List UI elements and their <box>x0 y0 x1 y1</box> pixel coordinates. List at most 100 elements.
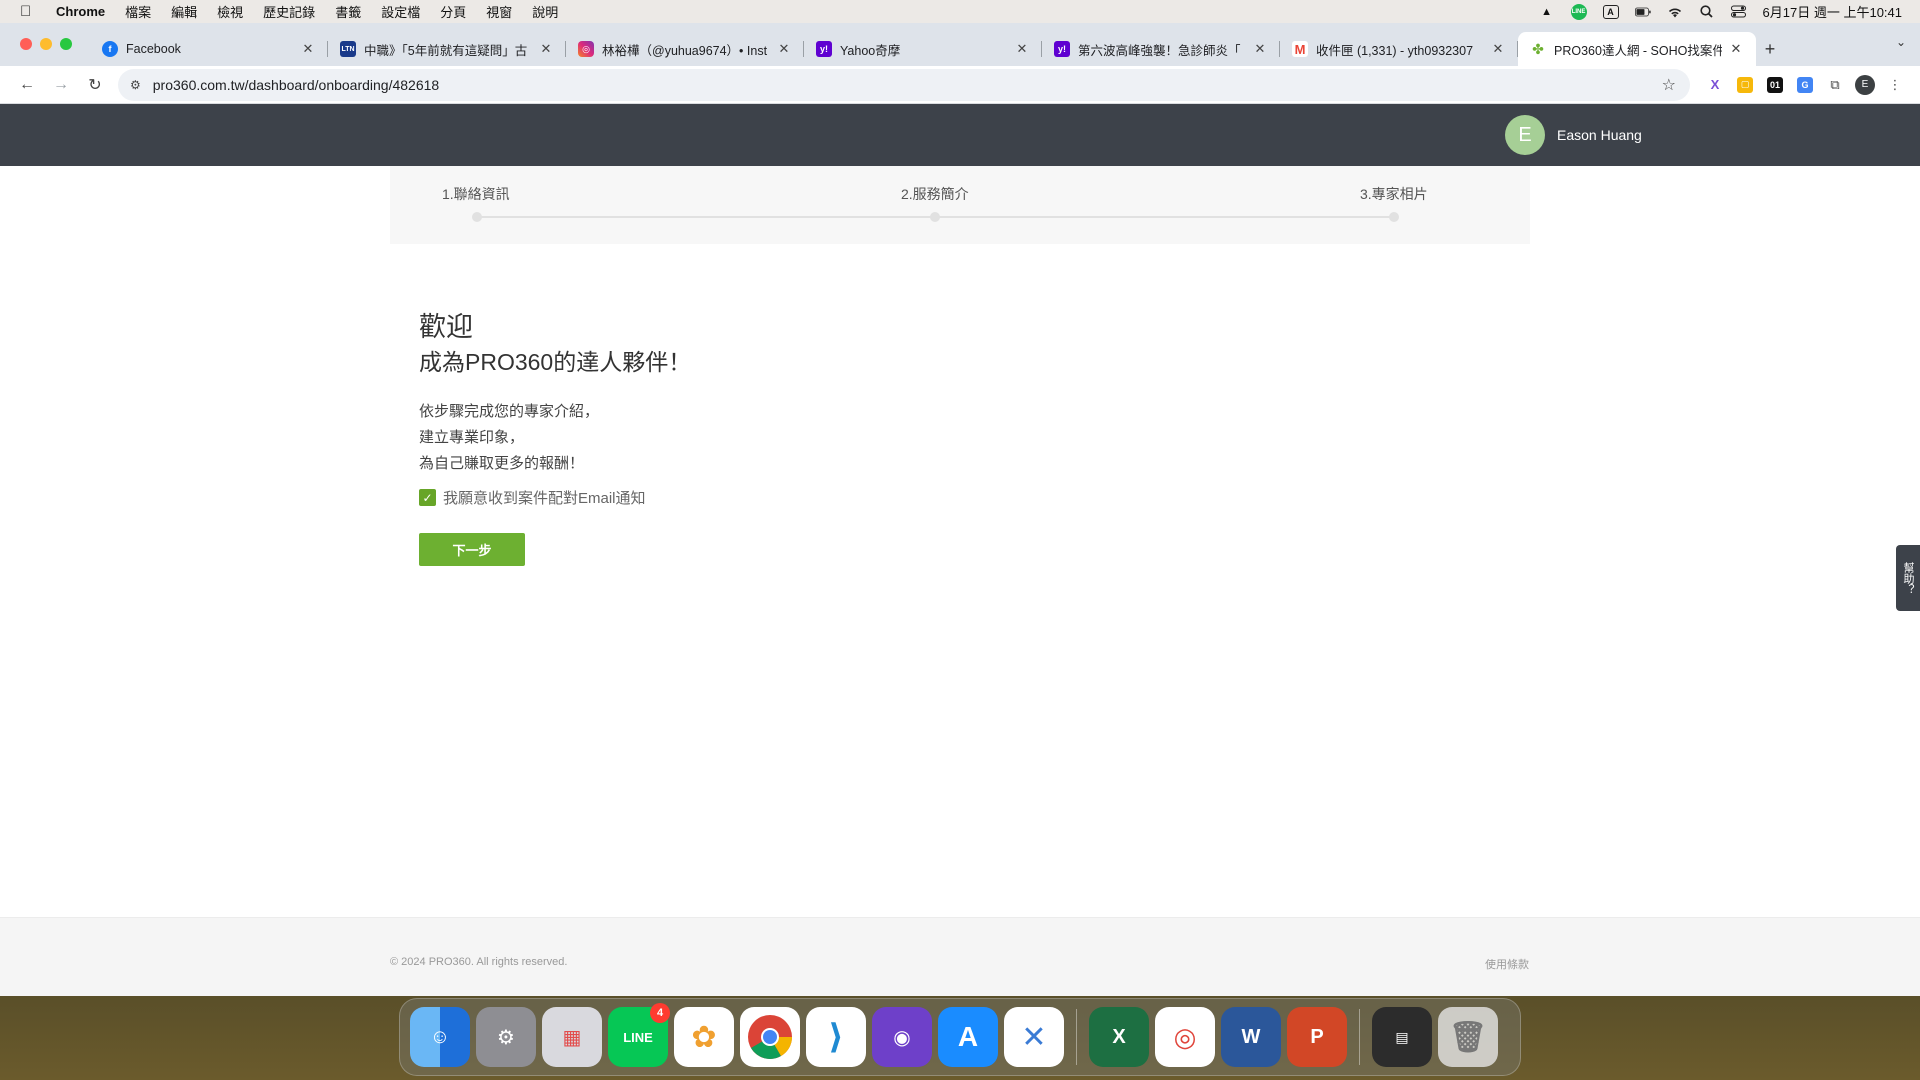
close-tab-icon[interactable]: ✕ <box>1490 41 1506 57</box>
tab-yahoo[interactable]: y! Yahoo奇摩 ✕ <box>804 32 1042 66</box>
finder-icon[interactable]: ☺ <box>410 1007 470 1067</box>
menubar-clock[interactable]: 6月17日 週一 上午10:41 <box>1763 2 1902 21</box>
new-tab-button[interactable]: + <box>1756 32 1784 66</box>
fullscreen-window-button[interactable] <box>60 38 72 50</box>
web-page: E Eason Huang 1.聯絡資訊 2.服務簡介 3.專家相片 歡迎 成為… <box>0 104 1920 996</box>
email-notification-label[interactable]: 我願意收到案件配對Email通知 <box>443 487 646 508</box>
facebook-icon: f <box>102 41 118 57</box>
spotlight-search-icon[interactable] <box>1699 5 1715 19</box>
menubar-item-history[interactable]: 歷史記錄 <box>263 2 315 21</box>
tab-pro360[interactable]: ✤ PRO360達人網 - SOHO找案件 ✕ <box>1518 32 1756 66</box>
step-dot <box>1389 212 1399 222</box>
downloads-stack-icon[interactable]: ▤ <box>1372 1007 1432 1067</box>
menubar-item-window[interactable]: 視窗 <box>486 2 512 21</box>
url-text[interactable]: pro360.com.tw/dashboard/onboarding/48261… <box>153 77 439 93</box>
close-tab-icon[interactable]: ✕ <box>538 41 554 57</box>
excel-icon[interactable]: X <box>1089 1007 1149 1067</box>
menubar-item-help[interactable]: 說明 <box>532 2 558 21</box>
reload-button[interactable]: ↻ <box>78 70 112 100</box>
bookmark-star-icon[interactable]: ☆ <box>1662 75 1676 95</box>
back-button[interactable]: ← <box>10 70 44 100</box>
step-contact-info: 1.聯絡資訊 <box>442 186 510 202</box>
welcome-subheading: 成為PRO360的達人夥伴！ <box>419 349 692 375</box>
menubar-item-edit[interactable]: 編輯 <box>171 2 197 21</box>
tab-title: Yahoo奇摩 <box>840 43 901 58</box>
desc-line: 為自己賺取更多的報酬！ <box>419 455 585 472</box>
welcome-panel: 歡迎 成為PRO360的達人夥伴！ 依步驟完成您的專家介紹， 建立專業印象， 為… <box>419 309 691 566</box>
instagram-icon: ◎ <box>578 41 594 57</box>
powerpoint-icon[interactable]: P <box>1287 1007 1347 1067</box>
email-notification-option[interactable]: ✓ 我願意收到案件配對Email通知 <box>419 487 691 508</box>
control-center-icon[interactable] <box>1731 5 1747 19</box>
close-tab-icon[interactable]: ✕ <box>776 41 792 57</box>
photos-icon[interactable]: ✿ <box>674 1007 734 1067</box>
close-window-button[interactable] <box>20 38 32 50</box>
close-tab-icon[interactable]: ✕ <box>300 41 316 57</box>
tab-facebook[interactable]: f Facebook ✕ <box>90 32 328 66</box>
tab-yahoo-news[interactable]: y! 第六波高峰強襲！急診師炎「 ✕ <box>1042 32 1280 66</box>
step-dot <box>930 212 940 222</box>
minimize-window-button[interactable] <box>40 38 52 50</box>
app-store-icon[interactable]: A <box>938 1007 998 1067</box>
screenshot-icon[interactable]: ◎ <box>1155 1007 1215 1067</box>
extensions-puzzle-icon[interactable]: ⧉ <box>1820 70 1850 100</box>
extension-x-icon[interactable]: X <box>1700 70 1730 100</box>
extension-01-icon[interactable]: 01 <box>1760 70 1790 100</box>
forward-button[interactable]: → <box>44 70 78 100</box>
tab-strip: f Facebook ✕ LTN 中職》「5年前就有這疑問」古 ✕ ◎ 林裕樺（… <box>0 23 1920 66</box>
dock-separator <box>1076 1009 1077 1065</box>
xcode-x-icon[interactable]: ✕ <box>1004 1007 1064 1067</box>
tab-search-chevron-icon[interactable]: ⌄ <box>1896 35 1906 49</box>
github-desktop-icon[interactable]: ◉ <box>872 1007 932 1067</box>
tab-title: 收件匣 (1,331) - yth0932307 <box>1316 43 1474 58</box>
user-name[interactable]: Eason Huang <box>1557 127 1642 143</box>
user-menu[interactable]: E Eason Huang <box>1505 115 1642 155</box>
tab-gmail[interactable]: M 收件匣 (1,331) - yth0932307 ✕ <box>1280 32 1518 66</box>
menubar-item-profiles[interactable]: 設定檔 <box>381 2 420 21</box>
desc-line: 依步驟完成您的專家介紹， <box>419 403 600 420</box>
close-tab-icon[interactable]: ✕ <box>1252 41 1268 57</box>
close-tab-icon[interactable]: ✕ <box>1728 41 1744 57</box>
address-bar[interactable]: ⚙ pro360.com.tw/dashboard/onboarding/482… <box>118 68 1690 101</box>
menubar-item-tab[interactable]: 分頁 <box>440 2 466 21</box>
macos-menubar:  Chrome 檔案 編輯 檢視 歷史記錄 書籤 設定檔 分頁 視窗 說明 ▲… <box>0 0 1920 23</box>
trash-icon[interactable]: 🗑 <box>1438 1007 1498 1067</box>
battery-icon[interactable] <box>1634 5 1651 19</box>
word-icon[interactable]: W <box>1221 1007 1281 1067</box>
menubar-item-bookmarks[interactable]: 書籤 <box>335 2 361 21</box>
menubar-item-view[interactable]: 檢視 <box>217 2 243 21</box>
terms-link[interactable]: 使用條款 <box>1485 956 1529 972</box>
extension-yellow-icon[interactable]: ▢ <box>1730 70 1760 100</box>
yahoo-icon: y! <box>816 41 832 57</box>
welcome-description: 依步驟完成您的專家介紹， 建立專業印象， 為自己賺取更多的報酬！ <box>419 399 691 477</box>
menubar-app-name[interactable]: Chrome <box>56 4 105 19</box>
tab-instagram[interactable]: ◎ 林裕樺（@yuhua9674）• Inst ✕ <box>566 32 804 66</box>
input-method-icon[interactable]: A <box>1602 4 1619 19</box>
tab-title: 林裕樺（@yuhua9674）• Inst <box>602 43 768 58</box>
menubar-item-file[interactable]: 檔案 <box>125 2 151 21</box>
launchpad-icon[interactable]: ▦ <box>542 1007 602 1067</box>
email-notification-checkbox[interactable]: ✓ <box>419 489 436 506</box>
line-status-icon[interactable]: LINE <box>1570 3 1587 20</box>
google-translate-icon[interactable]: G <box>1790 70 1820 100</box>
next-step-button[interactable]: 下一步 <box>419 533 525 566</box>
profile-avatar[interactable]: E <box>1850 70 1880 100</box>
system-settings-icon[interactable]: ⚙ <box>476 1007 536 1067</box>
site-footer: © 2024 PRO360. All rights reserved. 使用條款 <box>0 917 1920 996</box>
wifi-icon[interactable] <box>1667 5 1683 19</box>
notch-app-icon[interactable]: ▲ <box>1539 5 1555 19</box>
line-notification-badge: 4 <box>650 1003 670 1023</box>
chrome-icon[interactable] <box>740 1007 800 1067</box>
tab-ltn[interactable]: LTN 中職》「5年前就有這疑問」古 ✕ <box>328 32 566 66</box>
vscode-icon[interactable]: ⟩ <box>806 1007 866 1067</box>
close-tab-icon[interactable]: ✕ <box>1014 41 1030 57</box>
help-tab[interactable]: 幫助？ <box>1896 545 1920 611</box>
site-info-icon[interactable]: ⚙ <box>130 78 141 92</box>
user-avatar[interactable]: E <box>1505 115 1545 155</box>
tab-title: 第六波高峰強襲！急診師炎「 <box>1078 43 1241 58</box>
chrome-menu-icon[interactable]: ⋮ <box>1880 70 1910 100</box>
window-controls <box>20 38 72 50</box>
tab-title: PRO360達人網 - SOHO找案件 <box>1554 43 1722 58</box>
line-app-icon[interactable]: LINE 4 <box>608 1003 670 1067</box>
apple-menu-icon[interactable]:  <box>20 3 38 20</box>
